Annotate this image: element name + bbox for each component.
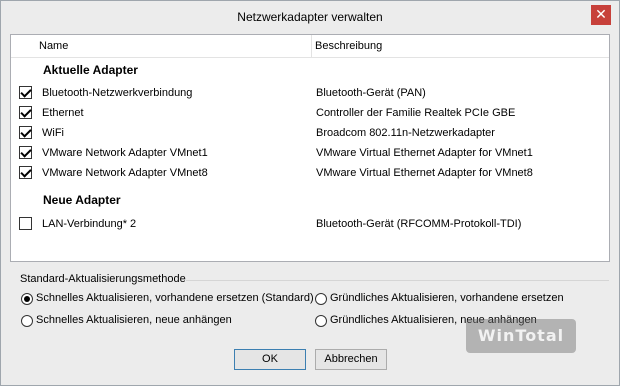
adapter-name: Bluetooth-Netzwerkverbindung bbox=[42, 87, 193, 99]
column-header-name[interactable]: Name bbox=[39, 40, 68, 52]
adapter-description: Broadcom 802.11n-Netzwerkadapter bbox=[316, 127, 495, 139]
adapter-checkbox[interactable] bbox=[19, 166, 32, 179]
group-current-adapters: Aktuelle Adapter bbox=[43, 63, 138, 77]
radio-quick-replace[interactable] bbox=[21, 293, 33, 305]
adapter-name: VMware Network Adapter VMnet8 bbox=[42, 167, 208, 179]
adapter-name: VMware Network Adapter VMnet1 bbox=[42, 147, 208, 159]
update-method-group-label: Standard-Aktualisierungsmethode bbox=[20, 273, 186, 285]
adapter-name: Ethernet bbox=[42, 107, 84, 119]
list-item[interactable]: VMware Network Adapter VMnet1 VMware Vir… bbox=[11, 143, 609, 163]
cancel-button[interactable]: Abbrechen bbox=[315, 349, 387, 370]
ok-button[interactable]: OK bbox=[234, 349, 306, 370]
adapter-name: LAN-Verbindung* 2 bbox=[42, 218, 137, 230]
radio-label-quick-replace[interactable]: Schnelles Aktualisieren, vorhandene erse… bbox=[36, 292, 314, 304]
group-divider bbox=[186, 280, 609, 281]
wintotal-watermark: WinTotal bbox=[466, 319, 576, 353]
adapter-name: WiFi bbox=[42, 127, 64, 139]
adapter-description: Controller der Familie Realtek PCIe GBE bbox=[316, 107, 516, 119]
list-item[interactable]: VMware Network Adapter VMnet8 VMware Vir… bbox=[11, 163, 609, 183]
adapter-list[interactable]: Name Beschreibung Aktuelle Adapter Bluet… bbox=[10, 34, 610, 262]
adapter-checkbox[interactable] bbox=[19, 86, 32, 99]
adapter-checkbox[interactable] bbox=[19, 217, 32, 230]
column-separator[interactable] bbox=[311, 35, 312, 57]
adapter-checkbox[interactable] bbox=[19, 146, 32, 159]
radio-quick-append[interactable] bbox=[21, 315, 33, 327]
radio-label-quick-append[interactable]: Schnelles Aktualisieren, neue anhängen bbox=[36, 314, 232, 326]
close-icon: ✕ bbox=[595, 7, 607, 23]
dialog-window: Netzwerkadapter verwalten ✕ Name Beschre… bbox=[0, 0, 620, 386]
radio-label-thorough-replace[interactable]: Gründliches Aktualisieren, vorhandene er… bbox=[330, 292, 564, 304]
title-bar[interactable]: Netzwerkadapter verwalten ✕ bbox=[1, 1, 619, 31]
list-item[interactable]: LAN-Verbindung* 2 Bluetooth-Gerät (RFCOM… bbox=[11, 214, 609, 234]
window-title: Netzwerkadapter verwalten bbox=[237, 10, 383, 24]
list-header: Name Beschreibung bbox=[11, 35, 609, 58]
radio-thorough-append[interactable] bbox=[315, 315, 327, 327]
radio-thorough-replace[interactable] bbox=[315, 293, 327, 305]
adapter-description: Bluetooth-Gerät (PAN) bbox=[316, 87, 426, 99]
adapter-description: VMware Virtual Ethernet Adapter for VMne… bbox=[316, 167, 533, 179]
list-item[interactable]: Bluetooth-Netzwerkverbindung Bluetooth-G… bbox=[11, 83, 609, 103]
adapter-checkbox[interactable] bbox=[19, 106, 32, 119]
list-item[interactable]: WiFi Broadcom 802.11n-Netzwerkadapter bbox=[11, 123, 609, 143]
adapter-checkbox[interactable] bbox=[19, 126, 32, 139]
column-header-description[interactable]: Beschreibung bbox=[315, 40, 382, 52]
adapter-description: Bluetooth-Gerät (RFCOMM-Protokoll-TDI) bbox=[316, 218, 522, 230]
group-new-adapters: Neue Adapter bbox=[43, 193, 121, 207]
adapter-description: VMware Virtual Ethernet Adapter for VMne… bbox=[316, 147, 533, 159]
close-button[interactable]: ✕ bbox=[591, 5, 611, 25]
list-item[interactable]: Ethernet Controller der Familie Realtek … bbox=[11, 103, 609, 123]
